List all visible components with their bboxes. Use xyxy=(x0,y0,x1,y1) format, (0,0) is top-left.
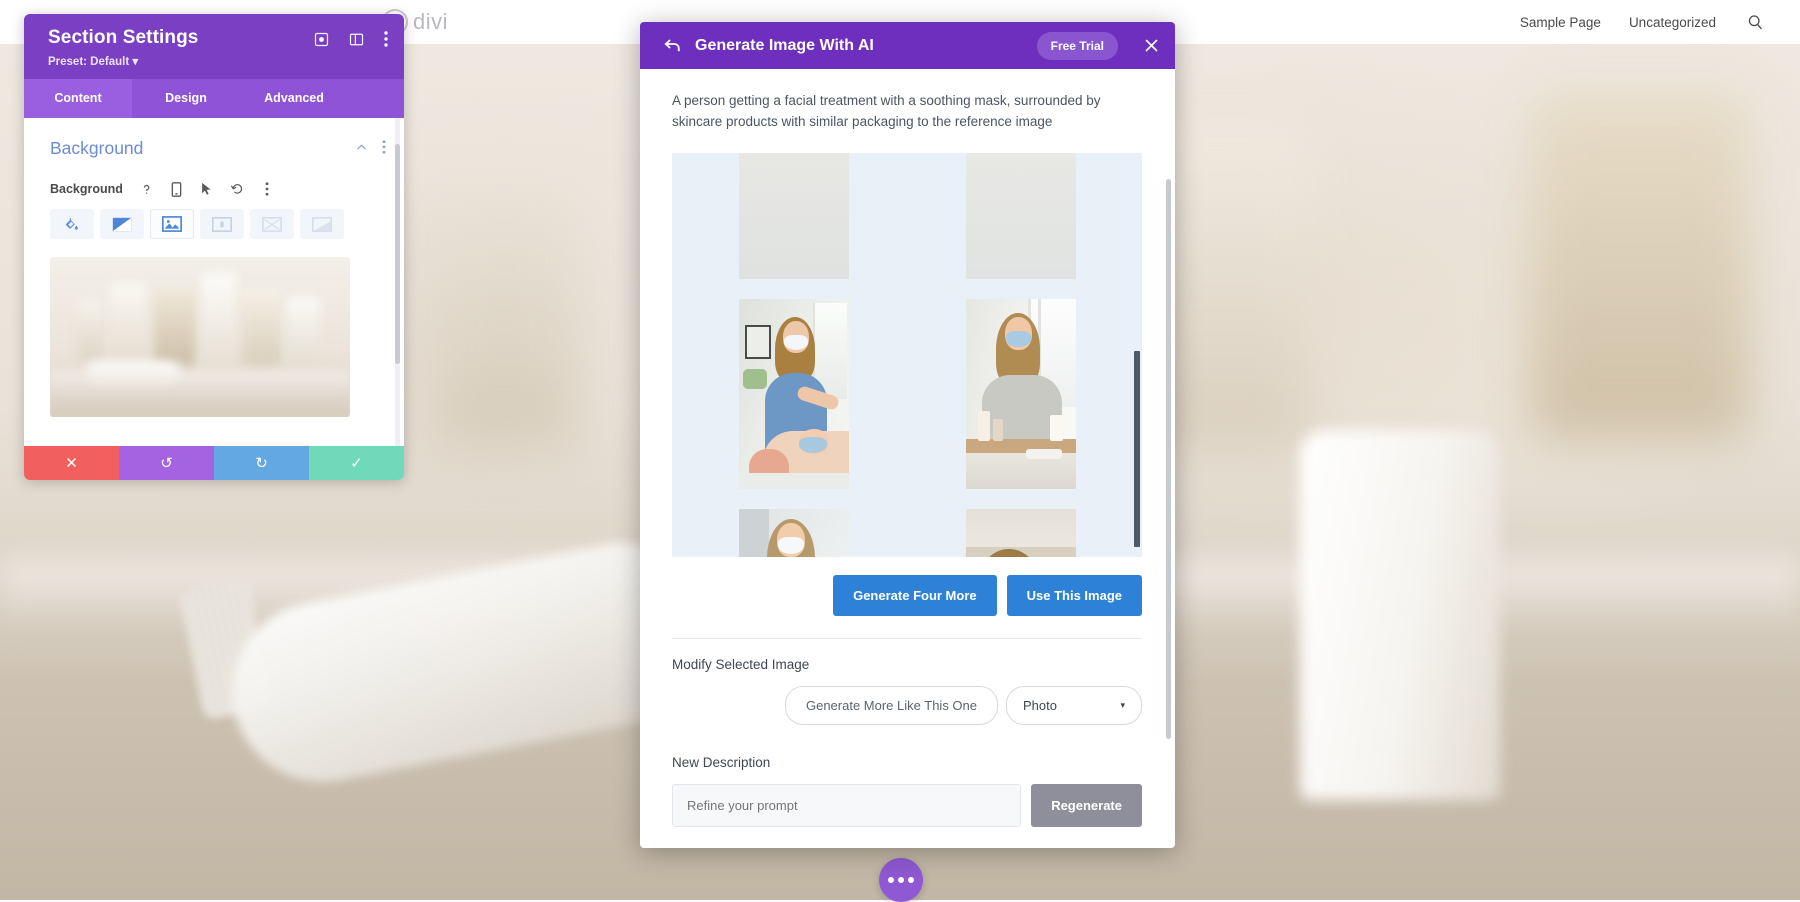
background-image-preview[interactable] xyxy=(50,257,350,417)
modal-scrollbar-track[interactable] xyxy=(1168,69,1173,848)
page-settings-dots-button[interactable] xyxy=(879,858,923,902)
question-mark-icon[interactable] xyxy=(139,181,155,197)
generation-action-buttons: Generate Four More Use This Image xyxy=(672,575,1142,616)
dot-icon xyxy=(908,877,914,883)
nav-link-uncategorized[interactable]: Uncategorized xyxy=(1629,15,1716,30)
background-pattern-icon[interactable] xyxy=(250,209,294,239)
background-type-selector xyxy=(24,197,404,239)
section-settings-panel: Section Settings Preset: Default ▾ xyxy=(24,14,404,480)
image-woman-at-table-skincare[interactable] xyxy=(739,509,849,557)
tab-advanced[interactable]: Advanced xyxy=(240,79,348,118)
prompt-description-text: A person getting a facial treatment with… xyxy=(672,91,1142,133)
generate-image-with-ai-modal: Generate Image With AI Free Trial A pers… xyxy=(640,22,1175,848)
preset-label: Preset: Default xyxy=(48,56,129,68)
background-image-icon[interactable] xyxy=(150,209,194,239)
search-icon[interactable] xyxy=(1744,11,1766,33)
generated-images-grid xyxy=(672,153,1142,557)
generated-image-thumb[interactable] xyxy=(921,153,1120,279)
bg-blurred-tube xyxy=(1300,430,1500,800)
image-grid-scrollbar[interactable] xyxy=(1134,351,1140,547)
generated-image-thumb[interactable] xyxy=(694,509,893,557)
background-mask-icon[interactable] xyxy=(300,209,344,239)
settings-footer-actions: ✕ ↺ ↻ ✓ xyxy=(24,446,404,480)
chevron-down-icon: ▾ xyxy=(132,56,138,68)
kebab-menu-icon[interactable] xyxy=(384,31,388,47)
chevron-down-icon: ▾ xyxy=(1120,700,1125,711)
background-field-label-row: Background xyxy=(24,159,404,197)
bg-blurred-bottle xyxy=(430,150,580,450)
settings-scrollbar-thumb[interactable] xyxy=(395,144,400,364)
kebab-menu-icon[interactable] xyxy=(382,138,386,159)
ai-modal-header: Generate Image With AI Free Trial xyxy=(640,22,1175,69)
background-section-header[interactable]: Background xyxy=(24,118,404,159)
generated-image-thumb[interactable] xyxy=(694,299,893,489)
dot-icon xyxy=(898,877,904,883)
generated-image-thumb[interactable] xyxy=(921,299,1120,489)
background-video-icon[interactable] xyxy=(200,209,244,239)
background-color-icon[interactable] xyxy=(50,209,94,239)
field-label: Background xyxy=(50,182,123,196)
undo-reset-icon[interactable] xyxy=(229,181,245,197)
section-settings-header: Section Settings Preset: Default ▾ xyxy=(24,14,404,79)
image-style-value: Photo xyxy=(1023,698,1057,713)
target-icon[interactable] xyxy=(314,32,329,47)
generate-more-like-this-one-button[interactable]: Generate More Like This One xyxy=(785,686,998,725)
image-closeup-reclining-facial[interactable] xyxy=(966,509,1076,557)
cursor-pointer-icon[interactable] xyxy=(199,181,215,197)
bg-blurred-bottle xyxy=(1530,90,1750,440)
chevron-up-icon[interactable] xyxy=(355,138,368,159)
tab-design[interactable]: Design xyxy=(132,79,240,118)
mobile-device-icon[interactable] xyxy=(169,181,185,197)
nav-link-sample-page[interactable]: Sample Page xyxy=(1520,15,1601,30)
layout-columns-icon[interactable] xyxy=(349,32,364,47)
new-description-label: New Description xyxy=(672,755,1143,770)
settings-body: Background Background xyxy=(24,118,404,446)
background-gradient-icon[interactable] xyxy=(100,209,144,239)
image-seated-woman-with-products[interactable] xyxy=(966,299,1076,489)
preset-selector[interactable]: Preset: Default ▾ xyxy=(48,54,314,68)
divider xyxy=(672,638,1142,639)
brand-text: divi xyxy=(413,9,448,35)
dot-icon xyxy=(888,877,894,883)
redo-button[interactable]: ↻ xyxy=(214,446,309,480)
modal-title: Generate Image With AI xyxy=(695,37,1023,55)
section-title-label: Background xyxy=(50,138,355,159)
page-title: Section Settings xyxy=(48,27,314,49)
cancel-button[interactable]: ✕ xyxy=(24,446,119,480)
new-description-row: Regenerate xyxy=(672,784,1142,827)
kebab-menu-icon[interactable] xyxy=(259,181,275,197)
free-trial-badge[interactable]: Free Trial xyxy=(1037,32,1118,60)
generated-image-thumb[interactable] xyxy=(921,509,1120,557)
ai-modal-scroll-content: A person getting a facial treatment with… xyxy=(640,69,1175,848)
image-style-select[interactable]: Photo ▾ xyxy=(1006,686,1142,725)
modify-controls-row: Generate More Like This One Photo ▾ xyxy=(672,686,1142,725)
tab-content[interactable]: Content xyxy=(24,79,132,118)
image-therapist-treating-client[interactable] xyxy=(739,299,849,489)
new-description-input[interactable] xyxy=(672,784,1021,827)
settings-tabs: Content Design Advanced xyxy=(24,79,404,118)
regenerate-button[interactable]: Regenerate xyxy=(1031,784,1142,827)
generated-image-thumb[interactable] xyxy=(694,153,893,279)
save-button[interactable]: ✓ xyxy=(309,446,404,480)
generate-four-more-button[interactable]: Generate Four More xyxy=(833,575,997,616)
close-icon[interactable] xyxy=(1144,38,1159,53)
undo-button[interactable]: ↺ xyxy=(119,446,214,480)
back-arrow-icon[interactable] xyxy=(664,38,681,53)
modify-selected-image-label: Modify Selected Image xyxy=(672,657,1143,672)
ai-modal-body: A person getting a facial treatment with… xyxy=(640,69,1175,848)
nav-links: Sample Page Uncategorized xyxy=(1520,11,1766,33)
modal-scrollbar-thumb[interactable] xyxy=(1166,179,1171,739)
use-this-image-button[interactable]: Use This Image xyxy=(1007,575,1142,616)
